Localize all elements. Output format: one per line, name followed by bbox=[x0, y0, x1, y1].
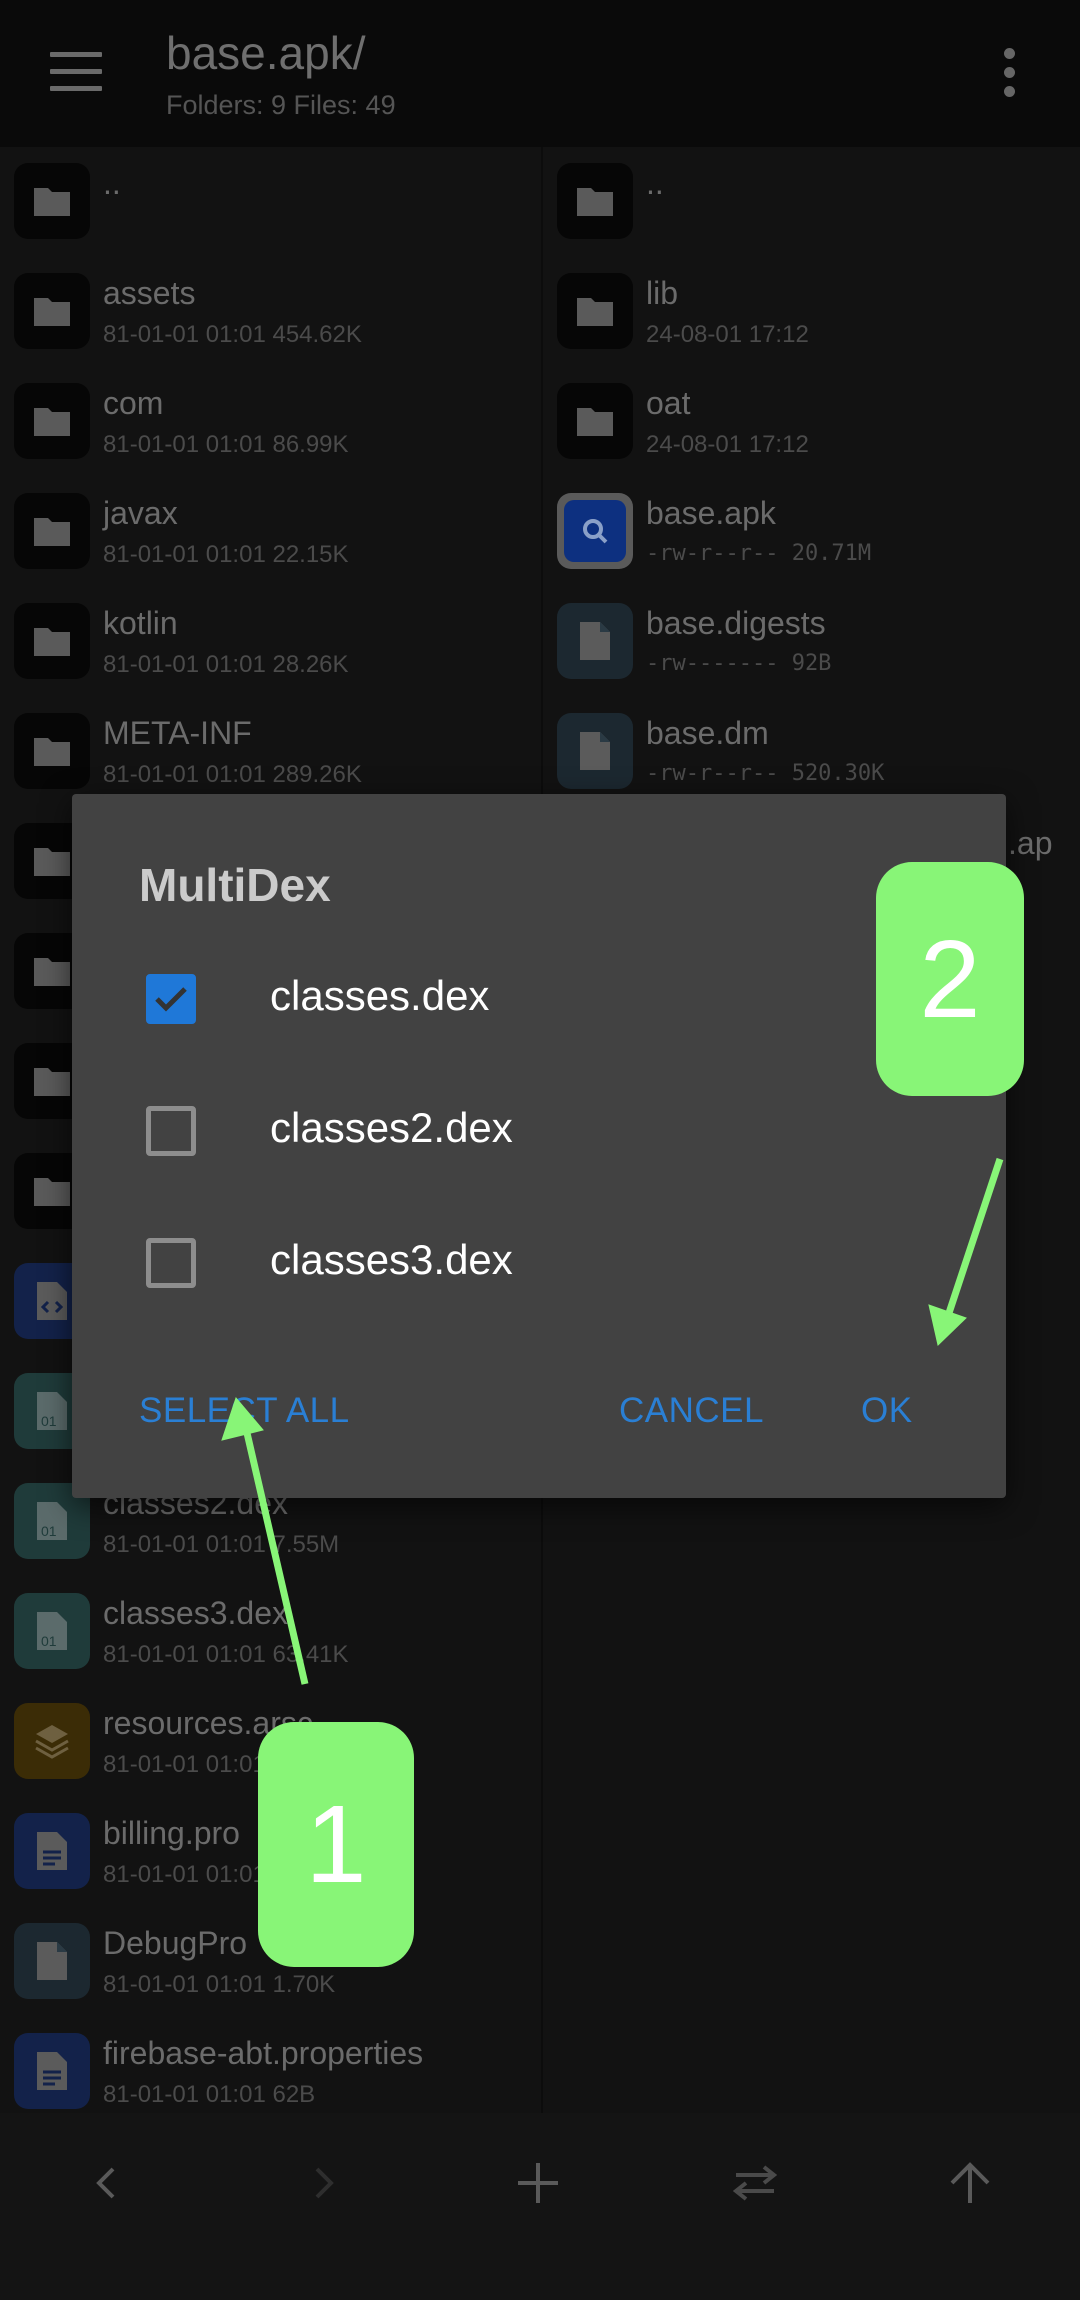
file-name: .. bbox=[103, 165, 121, 201]
file-meta: -rw-r--r-- 520.30K bbox=[646, 761, 885, 786]
folder-icon bbox=[557, 163, 633, 239]
dialog-title: MultiDex bbox=[139, 859, 331, 911]
file-meta: 81-01-01 01:01 62B bbox=[103, 2081, 316, 2108]
file-name: oat bbox=[646, 385, 691, 421]
dex-file-icon: 01 bbox=[14, 1593, 90, 1669]
file-meta: 81-01-01 01:01 22.15K bbox=[103, 541, 349, 568]
layers-icon bbox=[14, 1703, 90, 1779]
folder-icon bbox=[14, 163, 90, 239]
file-meta: 81-01-01 01:01 7.55M bbox=[103, 1531, 340, 1558]
file-meta: -rw-r--r-- 20.71M bbox=[646, 541, 872, 566]
file-meta: 81-01-01 01:01 bbox=[103, 1751, 266, 1778]
option-label: classes.dex bbox=[270, 972, 490, 1019]
checkbox[interactable] bbox=[146, 1106, 196, 1156]
file-list-item[interactable]: assets 81-01-01 01:01 454.62K bbox=[0, 257, 541, 367]
file-name: com bbox=[103, 385, 164, 421]
chevron-left-icon[interactable] bbox=[77, 2153, 137, 2213]
file-list-item[interactable]: lib 24-08-01 17:12 bbox=[543, 257, 1080, 367]
svg-text:01: 01 bbox=[41, 1523, 57, 1539]
app-bar: base.apk/ Folders: 9 Files: 49 bbox=[0, 0, 1080, 147]
folder-icon bbox=[14, 713, 90, 789]
file-icon bbox=[14, 1923, 90, 1999]
file-name: base.apk bbox=[646, 495, 776, 531]
checkbox[interactable] bbox=[146, 1238, 196, 1288]
file-list-item[interactable]: com 81-01-01 01:01 86.99K bbox=[0, 367, 541, 477]
select-all-button[interactable]: SELECT ALL bbox=[139, 1391, 350, 1431]
file-list-item[interactable]: META-INF 81-01-01 01:01 289.26K bbox=[0, 697, 541, 807]
file-meta: 24-08-01 17:12 bbox=[646, 431, 809, 458]
text-file-icon bbox=[14, 2033, 90, 2109]
more-vert-icon[interactable] bbox=[1004, 48, 1018, 105]
text-file-icon bbox=[14, 1813, 90, 1889]
file-list-item[interactable]: base.dm -rw-r--r-- 520.30K bbox=[543, 697, 1080, 807]
check-icon bbox=[155, 987, 187, 1012]
file-name: classes3.dex bbox=[103, 1595, 288, 1631]
file-meta: -rw------- 92B bbox=[646, 651, 832, 676]
file-list-item[interactable]: base.digests -rw------- 92B bbox=[543, 587, 1080, 697]
file-icon bbox=[557, 713, 633, 789]
file-list-item[interactable]: .. bbox=[543, 147, 1080, 257]
multidex-option[interactable]: classes2.dex bbox=[72, 1076, 1006, 1186]
file-name: kotlin bbox=[103, 605, 178, 641]
file-meta: 81-01-01 01:01 63.41K bbox=[103, 1641, 349, 1668]
file-list-item[interactable]: base.apk -rw-r--r-- 20.71M bbox=[543, 477, 1080, 587]
file-list-item[interactable]: javax 81-01-01 01:01 22.15K bbox=[0, 477, 541, 587]
file-list-item[interactable]: 01 classes3.dex 81-01-01 01:01 63.41K bbox=[0, 1577, 541, 1687]
annotation-badge-1: 1 bbox=[258, 1722, 414, 1967]
file-name: billing.pro bbox=[103, 1815, 240, 1851]
file-name: javax bbox=[103, 495, 178, 531]
file-name: .ap bbox=[1008, 825, 1053, 861]
multidex-dialog: MultiDex classes.dex classes2.dex classes3… bbox=[72, 794, 1006, 1498]
hamburger-menu-icon[interactable] bbox=[50, 52, 102, 92]
checkbox[interactable] bbox=[146, 974, 196, 1024]
multidex-option[interactable]: classes3.dex bbox=[72, 1208, 1006, 1318]
file-name: base.digests bbox=[646, 605, 826, 641]
file-list-item[interactable]: firebase-abt.properties 81-01-01 01:01 62… bbox=[0, 2017, 541, 2113]
folder-icon bbox=[557, 273, 633, 349]
bottom-toolbar bbox=[0, 2113, 1080, 2300]
file-meta: 81-01-01 01:01 86.99K bbox=[103, 431, 349, 458]
annotation-badge-2: 2 bbox=[876, 862, 1024, 1096]
file-list-item[interactable]: .. bbox=[0, 147, 541, 257]
cancel-button[interactable]: CANCEL bbox=[619, 1391, 764, 1431]
file-name: .. bbox=[646, 165, 664, 201]
file-list-item[interactable]: kotlin 81-01-01 01:01 28.26K bbox=[0, 587, 541, 697]
swap-icon[interactable] bbox=[725, 2153, 785, 2213]
file-name: META-INF bbox=[103, 715, 252, 751]
folder-icon bbox=[557, 383, 633, 459]
folder-icon bbox=[14, 603, 90, 679]
multidex-option[interactable]: classes.dex bbox=[72, 944, 1006, 1054]
file-meta: 81-01-01 01:01 1.70K bbox=[103, 1971, 336, 1998]
folder-icon bbox=[14, 273, 90, 349]
option-label: classes3.dex bbox=[270, 1236, 513, 1283]
svg-text:01: 01 bbox=[41, 1633, 57, 1649]
arrow-up-icon[interactable] bbox=[940, 2153, 1000, 2213]
plus-icon[interactable] bbox=[508, 2153, 568, 2213]
page-title: base.apk/ bbox=[166, 27, 366, 79]
ok-button[interactable]: OK bbox=[861, 1391, 913, 1431]
file-name: base.dm bbox=[646, 715, 769, 751]
folder-file-count: Folders: 9 Files: 49 bbox=[166, 90, 396, 120]
file-meta: 81-01-01 01:01 289.26K bbox=[103, 761, 362, 788]
file-meta: 81-01-01 01:01 454.62K bbox=[103, 321, 362, 348]
file-name: assets bbox=[103, 275, 196, 311]
folder-icon bbox=[14, 383, 90, 459]
file-name: lib bbox=[646, 275, 679, 311]
file-meta: 81-01-01 01:01 28.26K bbox=[103, 651, 349, 678]
file-meta: 24-08-01 17:12 bbox=[646, 321, 809, 348]
svg-text:01: 01 bbox=[41, 1413, 57, 1429]
file-name: DebugPro bbox=[103, 1925, 248, 1961]
file-list-item[interactable]: oat 24-08-01 17:12 bbox=[543, 367, 1080, 477]
chevron-right-icon[interactable] bbox=[293, 2153, 353, 2213]
file-icon bbox=[557, 603, 633, 679]
apk-icon bbox=[557, 493, 633, 569]
folder-icon bbox=[14, 493, 90, 569]
file-meta: 81-01-01 01:01 bbox=[103, 1861, 266, 1888]
file-name: firebase-abt.properties bbox=[103, 2035, 424, 2071]
option-label: classes2.dex bbox=[270, 1104, 513, 1151]
